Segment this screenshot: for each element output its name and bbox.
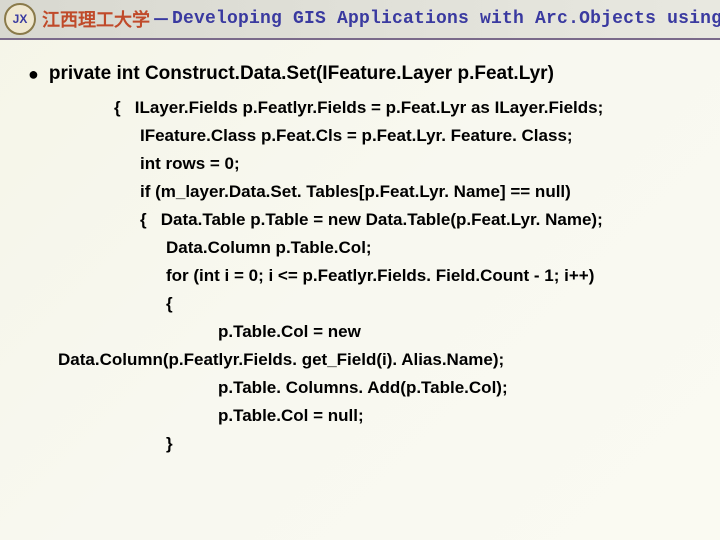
code-line: { [114,290,700,318]
course-title: Developing GIS Applications with Arc.Obj… [172,9,720,29]
method-signature: private int Construct.Data.Set(IFeature.… [49,62,554,86]
code-line: Data.Column(p.Featlyr.Fields. get_Field(… [58,346,700,374]
code-line: Data.Column p.Table.Col; [114,234,700,262]
bullet-line: ● private int Construct.Data.Set(IFeatur… [28,62,700,86]
code-line: p.Table.Col = null; [114,402,700,430]
code-line: int rows = 0; [114,150,700,178]
code-line: if (m_layer.Data.Set. Tables[p.Feat.Lyr.… [114,178,700,206]
university-name: 江西理工大学 [42,6,150,32]
code-block: { ILayer.Fields p.Featlyr.Fields = p.Fea… [114,94,700,458]
logo-text: JX [13,12,28,26]
code-line: p.Table. Columns. Add(p.Table.Col); [114,374,700,402]
slide-header: JX 江西理工大学 － Developing GIS Applications … [0,0,720,40]
university-logo: JX [4,3,36,35]
code-line: { Data.Table p.Table = new Data.Table(p.… [114,206,700,234]
slide-content: ● private int Construct.Data.Set(IFeatur… [0,40,720,458]
code-line: { ILayer.Fields p.Featlyr.Fields = p.Fea… [114,94,700,122]
header-dash: － [152,6,170,32]
code-line: for (int i = 0; i <= p.Featlyr.Fields. F… [114,262,700,290]
code-line: p.Table.Col = new [114,318,700,346]
code-line: } [114,430,700,458]
code-line: IFeature.Class p.Feat.Cls = p.Feat.Lyr. … [114,122,700,150]
bullet-icon: ● [28,62,39,86]
